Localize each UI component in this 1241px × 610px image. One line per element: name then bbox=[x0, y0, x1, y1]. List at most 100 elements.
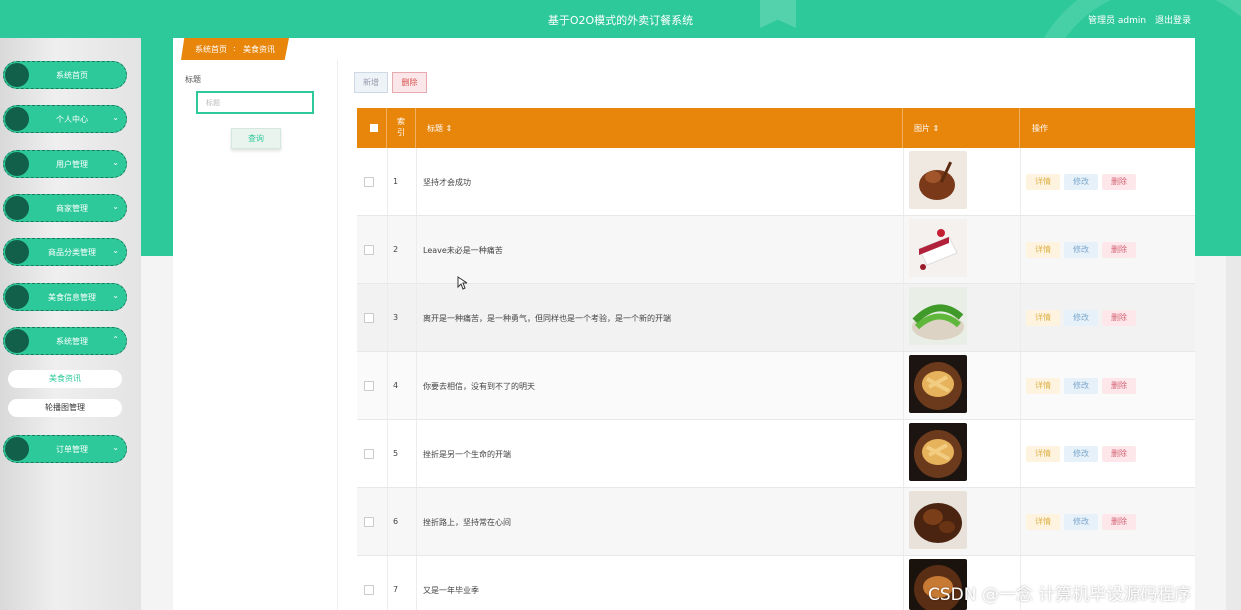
sidebar-item-label: 商品分类管理 bbox=[48, 248, 96, 257]
table-row: 2 Leave未必是一种痛苦 详情 修改 删除 bbox=[357, 216, 1195, 284]
column-header: 标题 ⇕ bbox=[427, 124, 453, 133]
select-all-checkbox[interactable] bbox=[370, 124, 378, 132]
user-area: 管理员 admin 退出登录 bbox=[1082, 13, 1191, 26]
app-title: 基于O2O模式的外卖订餐系统 bbox=[547, 14, 694, 27]
edit-button[interactable]: 修改 bbox=[1064, 310, 1098, 326]
row-title: 你要去相信，没有到不了的明天 bbox=[423, 382, 535, 391]
food-image-fried-chicken-feet bbox=[909, 355, 967, 413]
sidebar-item-label: 订单管理 bbox=[56, 445, 88, 454]
menu-icon bbox=[5, 107, 29, 131]
title-search-input[interactable] bbox=[196, 91, 314, 114]
table-row: 4 你要去相信，没有到不了的明天 详情 修改 删除 bbox=[357, 352, 1195, 420]
detail-button[interactable]: 详情 bbox=[1026, 310, 1060, 326]
row-checkbox[interactable] bbox=[364, 585, 374, 595]
edit-button[interactable]: 修改 bbox=[1064, 514, 1098, 530]
sidebar-item-orders[interactable]: 订单管理 ⌄ bbox=[3, 435, 127, 463]
table-row: 6 挫折路上，坚持常在心间 详情 修改 删除 bbox=[357, 488, 1195, 556]
row-checkbox[interactable] bbox=[364, 381, 374, 391]
menu-icon bbox=[5, 63, 29, 87]
query-button[interactable]: 查询 bbox=[231, 128, 281, 149]
edit-button[interactable]: 修改 bbox=[1064, 242, 1098, 258]
sidebar-item-personal-center[interactable]: 个人中心 ⌄ bbox=[3, 105, 127, 133]
row-index: 6 bbox=[393, 517, 399, 526]
row-title: 离开是一种痛苦，是一种勇气，但同样也是一个考验，是一个新的开端 bbox=[423, 314, 671, 323]
food-image-fried-chicken-feet bbox=[909, 423, 967, 481]
sidebar-item-merchants[interactable]: 商家管理 ⌄ bbox=[3, 194, 127, 222]
column-header: 图片 ⇕ bbox=[914, 124, 940, 133]
column-header: 索引 bbox=[397, 117, 405, 137]
row-title: Leave未必是一种痛苦 bbox=[423, 246, 503, 255]
sidebar-subitem-carousel[interactable]: 轮播图管理 bbox=[8, 399, 122, 417]
edit-button[interactable]: 修改 bbox=[1064, 174, 1098, 190]
delete-button[interactable]: 删除 bbox=[1102, 446, 1136, 462]
delete-button[interactable]: 删除 bbox=[1102, 514, 1136, 530]
menu-icon bbox=[5, 329, 29, 353]
detail-button[interactable]: 详情 bbox=[1026, 446, 1060, 462]
batch-delete-button[interactable]: 删除 bbox=[392, 72, 427, 93]
row-checkbox[interactable] bbox=[364, 449, 374, 459]
user-label: 管理员 admin bbox=[1088, 16, 1147, 26]
chevron-down-icon: ⌄ bbox=[112, 113, 119, 122]
row-title: 坚持才会成功 bbox=[423, 178, 471, 187]
table-row: 5 挫折是另一个生命的开端 详情 修改 删除 bbox=[357, 420, 1195, 488]
detail-button[interactable]: 详情 bbox=[1026, 378, 1060, 394]
row-index: 4 bbox=[393, 381, 399, 390]
logout-link[interactable]: 退出登录 bbox=[1155, 16, 1191, 26]
delete-button[interactable]: 删除 bbox=[1102, 174, 1136, 190]
row-checkbox[interactable] bbox=[364, 245, 374, 255]
sidebar-item-label: 用户管理 bbox=[56, 160, 88, 169]
row-index: 2 bbox=[393, 245, 399, 254]
sidebar-item-label: 商家管理 bbox=[56, 204, 88, 213]
chevron-down-icon: ⌄ bbox=[112, 291, 119, 300]
sidebar-subitem-food-news[interactable]: 美食资讯 bbox=[8, 370, 122, 388]
menu-icon bbox=[5, 240, 29, 264]
menu-icon bbox=[5, 196, 29, 220]
image-column[interactable]: 图片 ⇕ bbox=[903, 108, 1020, 148]
sidebar-item-system[interactable]: 系统管理 ⌃ bbox=[3, 327, 127, 355]
scrollbar-track[interactable] bbox=[1226, 256, 1241, 610]
row-title: 又是一年毕业季 bbox=[423, 586, 479, 595]
delete-button[interactable]: 删除 bbox=[1102, 310, 1136, 326]
watermark: CSDN @一念 计算机毕设源码程序 bbox=[928, 585, 1192, 605]
breadcrumb-separator: : bbox=[233, 44, 236, 53]
sidebar-item-users[interactable]: 用户管理 ⌄ bbox=[3, 150, 127, 178]
sidebar-item-label: 系统首页 bbox=[56, 71, 88, 80]
sidebar-item-label: 系统管理 bbox=[56, 337, 88, 346]
detail-button[interactable]: 详情 bbox=[1026, 242, 1060, 258]
edit-button[interactable]: 修改 bbox=[1064, 378, 1098, 394]
edit-button[interactable]: 修改 bbox=[1064, 446, 1098, 462]
sidebar-item-categories[interactable]: 商品分类管理 ⌄ bbox=[3, 238, 127, 266]
actions-column: 操作 bbox=[1020, 108, 1195, 148]
row-title: 挫折路上，坚持常在心间 bbox=[423, 518, 511, 527]
top-bar: 基于O2O模式的外卖订餐系统 管理员 admin 退出登录 bbox=[0, 0, 1241, 246]
breadcrumb-home[interactable]: 系统首页 bbox=[195, 44, 227, 55]
column-header: 操作 bbox=[1032, 124, 1048, 133]
row-checkbox[interactable] bbox=[364, 177, 374, 187]
table-row: 1 坚持才会成功 详情 修改 删除 bbox=[357, 148, 1195, 216]
row-title: 挫折是另一个生命的开端 bbox=[423, 450, 511, 459]
sidebar-item-food-info[interactable]: 美食信息管理 ⌄ bbox=[3, 283, 127, 311]
row-index: 1 bbox=[393, 177, 399, 186]
add-button[interactable]: 新增 bbox=[354, 72, 388, 93]
detail-button[interactable]: 详情 bbox=[1026, 514, 1060, 530]
row-checkbox[interactable] bbox=[364, 517, 374, 527]
select-all-column bbox=[357, 108, 387, 148]
menu-icon bbox=[5, 437, 29, 461]
chevron-down-icon: ⌄ bbox=[112, 202, 119, 211]
detail-button[interactable]: 详情 bbox=[1026, 174, 1060, 190]
breadcrumb-current: 美食资讯 bbox=[243, 45, 275, 54]
title-column[interactable]: 标题 ⇕ bbox=[416, 108, 903, 148]
row-checkbox[interactable] bbox=[364, 313, 374, 323]
menu-icon bbox=[5, 152, 29, 176]
food-image-braised-chicken bbox=[909, 491, 967, 549]
chevron-down-icon: ⌄ bbox=[112, 443, 119, 452]
food-image-roast-duck bbox=[909, 151, 967, 209]
food-image-cake-slice bbox=[909, 219, 967, 277]
delete-button[interactable]: 删除 bbox=[1102, 378, 1136, 394]
sidebar-item-home[interactable]: 系统首页 bbox=[3, 61, 127, 89]
chevron-down-icon: ⌄ bbox=[112, 246, 119, 255]
delete-button[interactable]: 删除 bbox=[1102, 242, 1136, 258]
row-index: 5 bbox=[393, 449, 399, 458]
chevron-down-icon: ⌄ bbox=[112, 158, 119, 167]
sidebar-item-label: 美食信息管理 bbox=[48, 293, 96, 302]
